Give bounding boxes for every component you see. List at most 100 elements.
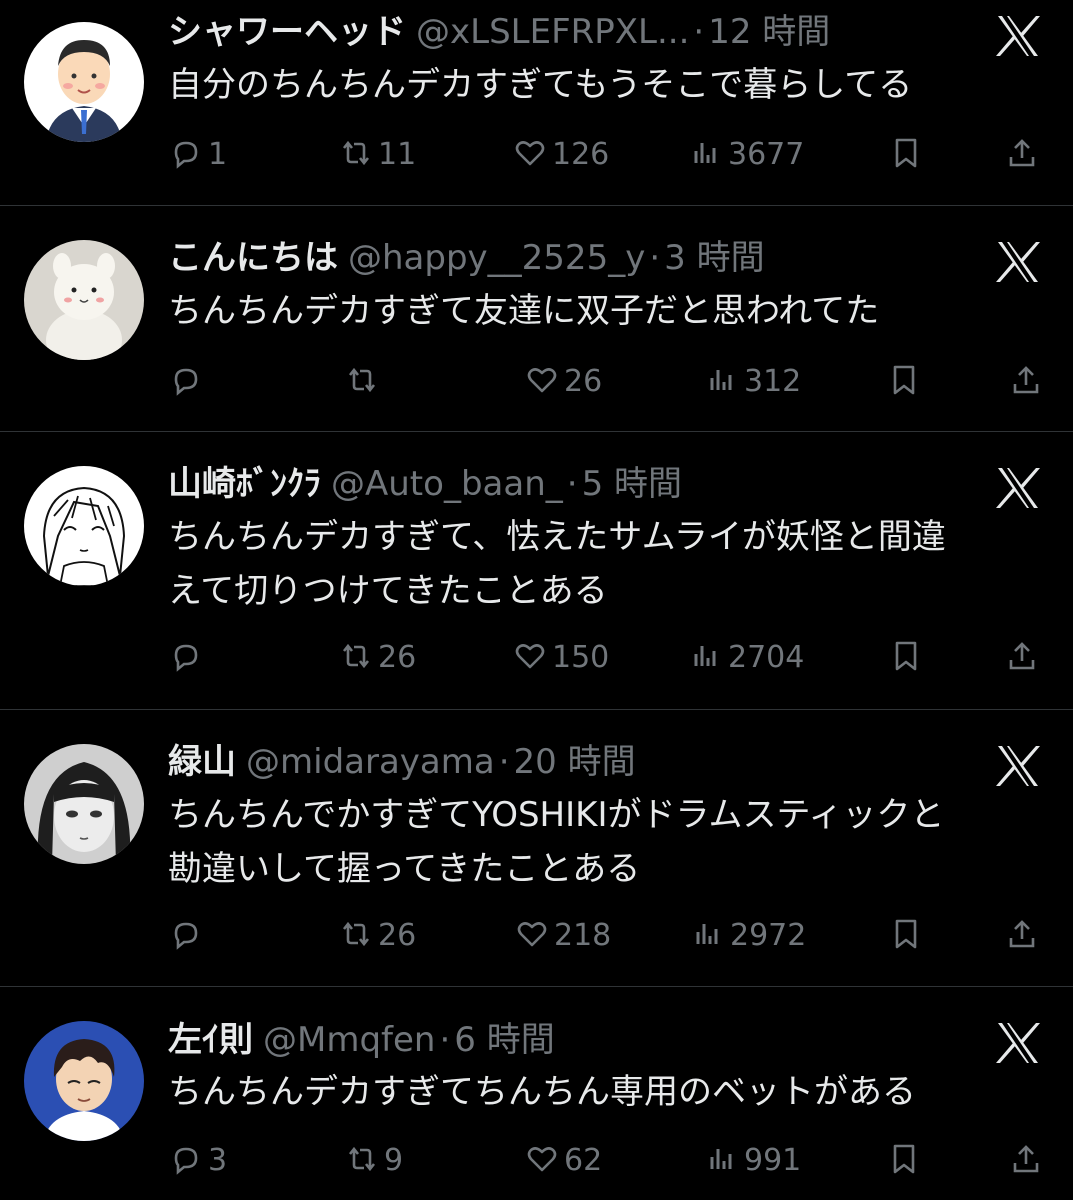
avatar[interactable] bbox=[24, 1021, 144, 1141]
retweet-count: 26 bbox=[378, 918, 417, 953]
retweet-button[interactable]: 9 bbox=[344, 1139, 403, 1183]
retweet-button[interactable] bbox=[344, 360, 384, 404]
tweet-header: 緑山 @midarayama · 20 時間 bbox=[168, 740, 636, 784]
like-button[interactable]: 218 bbox=[514, 914, 611, 958]
views-count: 3677 bbox=[728, 137, 805, 172]
like-button[interactable]: 26 bbox=[524, 360, 602, 404]
tweet-header: シャワーヘッド @xLSLEFRPXL... · 12 時間 bbox=[168, 10, 830, 54]
reply-icon bbox=[174, 644, 198, 672]
bookmark-button[interactable] bbox=[888, 636, 924, 680]
tweet-text: ちんちんでかすぎてYOSHIKIがドラムスティックと 勘違いして握ってきたことあ… bbox=[168, 788, 1048, 896]
retweet-icon bbox=[342, 921, 370, 946]
avatar[interactable] bbox=[24, 744, 144, 864]
bookmark-icon bbox=[895, 138, 917, 167]
timestamp[interactable]: 5 時間 bbox=[582, 464, 682, 504]
tweet-actions: 26 218 2972 bbox=[168, 914, 1048, 958]
reply-button[interactable]: 1 bbox=[168, 133, 227, 177]
views-button[interactable]: 3677 bbox=[688, 133, 804, 177]
retweet-icon bbox=[348, 1146, 376, 1171]
share-button[interactable] bbox=[1008, 360, 1044, 404]
retweet-button[interactable]: 11 bbox=[338, 133, 416, 177]
views-icon bbox=[694, 645, 716, 666]
separator-dot: · bbox=[566, 464, 578, 504]
x-logo-icon bbox=[992, 236, 1044, 288]
share-button[interactable] bbox=[1004, 914, 1040, 958]
display-name[interactable]: シャワーヘッド bbox=[168, 12, 406, 52]
avatar[interactable] bbox=[24, 22, 144, 142]
reply-button[interactable] bbox=[168, 636, 208, 680]
reply-count: 1 bbox=[208, 137, 228, 172]
tweet-header: 左ｲ則 @Mmqfen · 6 時間 bbox=[168, 1018, 555, 1062]
bookmark-button[interactable] bbox=[886, 1139, 922, 1183]
timestamp[interactable]: 12 時間 bbox=[708, 12, 830, 52]
timestamp[interactable]: 20 時間 bbox=[514, 742, 636, 782]
tweet-text: ちんちんデカすぎて友達に双子だと思われてた bbox=[168, 284, 1048, 338]
views-button[interactable]: 991 bbox=[704, 1139, 801, 1183]
retweet-button[interactable]: 26 bbox=[338, 914, 416, 958]
display-name[interactable]: 緑山 bbox=[168, 742, 236, 782]
avatar[interactable] bbox=[24, 240, 144, 360]
tweet-text-line: ちんちんデカすぎて、怯えたサムライが妖怪と間違 bbox=[168, 517, 946, 557]
like-button[interactable]: 62 bbox=[524, 1139, 602, 1183]
bookmark-icon bbox=[893, 1144, 915, 1173]
like-count: 26 bbox=[564, 364, 603, 399]
user-handle[interactable]: @Mmqfen bbox=[263, 1020, 435, 1060]
retweet-icon bbox=[342, 140, 370, 165]
like-count: 218 bbox=[554, 918, 612, 953]
retweet-button[interactable]: 26 bbox=[338, 636, 416, 680]
display-name[interactable]: 山崎ﾎﾞﾝｸﾗ bbox=[168, 464, 321, 504]
timestamp[interactable]: 6 時間 bbox=[454, 1020, 554, 1060]
tweet[interactable]: 緑山 @midarayama · 20 時間 ちんちんでかすぎてYOSHIKIがドラム… bbox=[0, 710, 1073, 986]
x-logo-icon bbox=[992, 1017, 1044, 1069]
share-button[interactable] bbox=[1004, 636, 1040, 680]
tweet[interactable]: 左ｲ則 @Mmqfen · 6 時間 ちんちんデカすぎてちんちん専用のベットがある 3… bbox=[0, 987, 1073, 1200]
bookmark-button[interactable] bbox=[888, 133, 924, 177]
display-name[interactable]: 左ｲ則 bbox=[168, 1020, 253, 1060]
tweet-header: 山崎ﾎﾞﾝｸﾗ @Auto_baan_ · 5 時間 bbox=[168, 462, 682, 506]
heart-icon bbox=[515, 643, 545, 668]
bookmark-button[interactable] bbox=[886, 360, 922, 404]
views-button[interactable]: 312 bbox=[704, 360, 801, 404]
separator-dot: · bbox=[439, 1020, 451, 1060]
user-handle[interactable]: @midarayama bbox=[246, 742, 495, 782]
tweet[interactable]: こんにちは @happy__2525_y · 3 時間 ちんちんデカすぎて友達に双子だ… bbox=[0, 206, 1073, 431]
tweet-text: ちんちんデカすぎて、怯えたサムライが妖怪と間違 えて切りつけてきたことある bbox=[168, 510, 1048, 618]
user-handle[interactable]: @happy__2525_y bbox=[348, 238, 645, 278]
reply-icon bbox=[174, 368, 198, 396]
reply-button[interactable]: 3 bbox=[168, 1139, 227, 1183]
reply-count: 3 bbox=[208, 1143, 228, 1178]
views-count: 312 bbox=[744, 364, 802, 399]
tweet[interactable]: シャワーヘッド @xLSLEFRPXL... · 12 時間 自分のちんちんデカすぎて… bbox=[0, 0, 1073, 205]
like-button[interactable]: 150 bbox=[512, 636, 609, 680]
avatar[interactable] bbox=[24, 466, 144, 586]
share-icon bbox=[1013, 365, 1039, 393]
views-button[interactable]: 2704 bbox=[688, 636, 804, 680]
reply-icon bbox=[174, 141, 198, 169]
reply-icon bbox=[174, 922, 198, 950]
tweet-actions: 3 9 62 991 bbox=[168, 1139, 1048, 1183]
reply-button[interactable] bbox=[168, 914, 208, 958]
like-count: 126 bbox=[552, 137, 610, 172]
bookmark-button[interactable] bbox=[888, 914, 924, 958]
share-button[interactable] bbox=[1008, 1139, 1044, 1183]
like-button[interactable]: 126 bbox=[512, 133, 609, 177]
views-button[interactable]: 2972 bbox=[690, 914, 806, 958]
bookmark-icon bbox=[893, 365, 915, 394]
reply-button[interactable] bbox=[168, 360, 208, 404]
user-handle[interactable]: @Auto_baan_ bbox=[331, 464, 563, 504]
views-icon bbox=[710, 369, 732, 390]
views-count: 2972 bbox=[730, 918, 807, 953]
views-icon bbox=[694, 142, 716, 163]
tweet[interactable]: 山崎ﾎﾞﾝｸﾗ @Auto_baan_ · 5 時間 ちんちんデカすぎて、怯えたサムラ… bbox=[0, 432, 1073, 709]
user-handle[interactable]: @xLSLEFRPXL... bbox=[416, 12, 689, 52]
views-count: 991 bbox=[744, 1143, 802, 1178]
x-logo-icon bbox=[992, 462, 1044, 514]
heart-icon bbox=[515, 140, 545, 165]
tweet-actions: 26 312 bbox=[168, 360, 1048, 404]
share-button[interactable] bbox=[1004, 133, 1040, 177]
display-name[interactable]: こんにちは bbox=[168, 238, 338, 278]
tweet-text-line: ちんちんでかすぎてYOSHIKIがドラムスティックと bbox=[168, 795, 945, 835]
heart-icon bbox=[517, 921, 547, 946]
like-count: 62 bbox=[564, 1143, 603, 1178]
timestamp[interactable]: 3 時間 bbox=[664, 238, 764, 278]
